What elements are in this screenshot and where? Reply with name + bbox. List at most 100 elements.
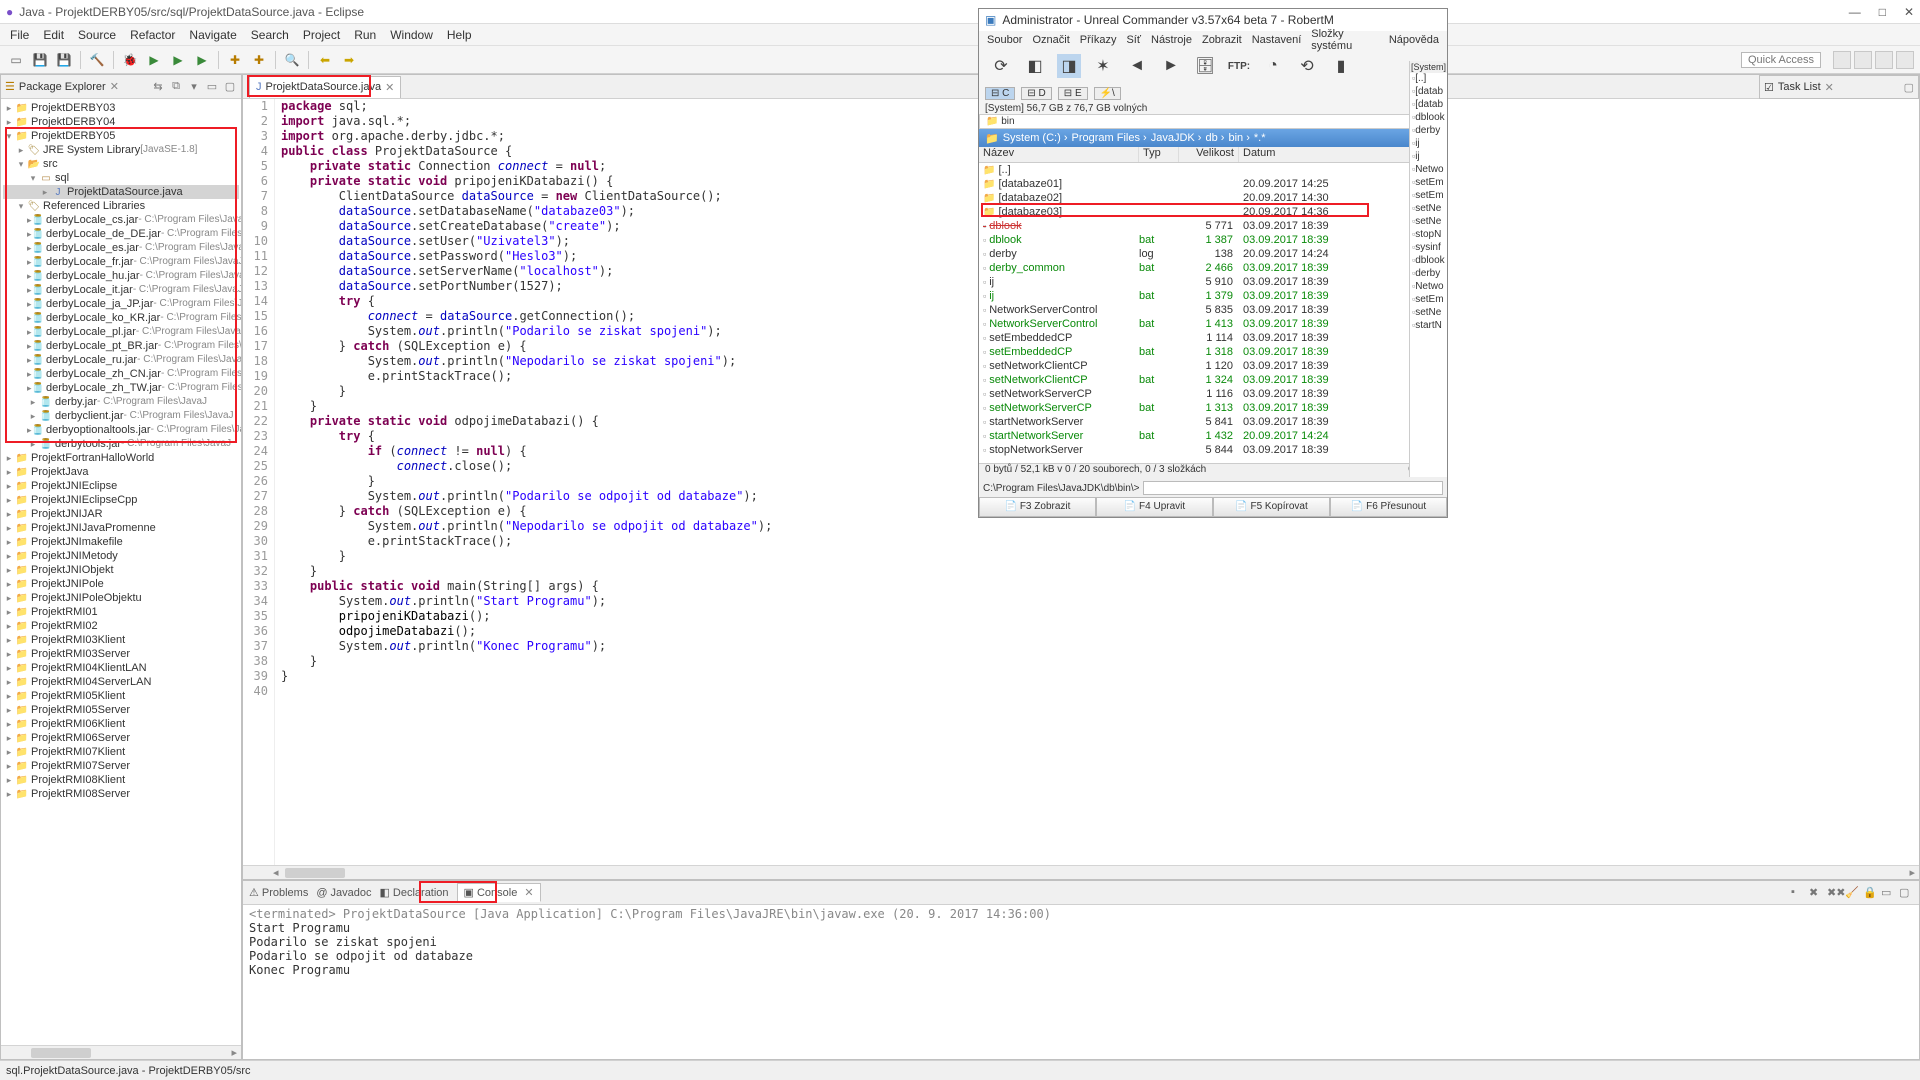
tree-node[interactable]: ▸📁ProjektRMI08Klient bbox=[3, 773, 239, 787]
uc-file-row[interactable]: ▫startNetworkServerbat1 43220.09.2017 14… bbox=[979, 429, 1447, 443]
uc-fkey[interactable]: 📄 F3 Zobrazit bbox=[979, 497, 1096, 517]
max-icon[interactable]: ▢ bbox=[223, 80, 237, 94]
menu-run[interactable]: Run bbox=[354, 28, 376, 42]
save-icon[interactable]: 💾 bbox=[30, 50, 50, 70]
tree-node[interactable]: ▸📁ProjektRMI04KlientLAN bbox=[3, 661, 239, 675]
tree-node[interactable]: ▸📁ProjektJNIObjekt bbox=[3, 563, 239, 577]
unreal-commander-window[interactable]: ▣ Administrator - Unreal Commander v3.57… bbox=[978, 8, 1448, 518]
editor-tab[interactable]: J ProjektDataSource.java ✕ bbox=[249, 76, 401, 98]
uc-menu-item[interactable]: Příkazy bbox=[1080, 34, 1117, 46]
tree-node[interactable]: ▸🫙derbyLocale_hu.jar - C:\Program Files\… bbox=[3, 269, 239, 283]
uc-file-row[interactable]: ▫ijbat1 37903.09.2017 18:39 bbox=[979, 289, 1447, 303]
task-list-view[interactable]: ☑ Task List ✕ ▢ bbox=[1759, 75, 1919, 99]
quick-access[interactable]: Quick Access bbox=[1741, 52, 1821, 68]
minimize-icon[interactable]: — bbox=[1849, 5, 1861, 19]
uc-file-row[interactable]: ▫stopNetworkServer5 84403.09.2017 18:39 bbox=[979, 443, 1447, 457]
tree-node[interactable]: ▸📁ProjektFortranHalloWorld bbox=[3, 451, 239, 465]
tree-node[interactable]: ▸🫙derbyclient.jar - C:\Program Files\Jav… bbox=[3, 409, 239, 423]
close-view-icon[interactable]: ✕ bbox=[110, 80, 119, 93]
collapse-icon[interactable]: ⇆ bbox=[151, 80, 165, 94]
menu-file[interactable]: File bbox=[10, 28, 29, 42]
tab-javadoc[interactable]: @Javadoc bbox=[316, 887, 371, 899]
uc-star-icon[interactable]: ✶ bbox=[1091, 54, 1115, 78]
tree-node[interactable]: ▾🏷Referenced Libraries bbox=[3, 199, 239, 213]
uc-menu-item[interactable]: Zobrazit bbox=[1202, 34, 1242, 46]
clear-icon[interactable]: 🧹 bbox=[1845, 886, 1859, 900]
uc-ftp-icon[interactable]: FTP: bbox=[1227, 54, 1251, 78]
uc-file-row[interactable]: ▫NetworkServerControlbat1 41303.09.2017 … bbox=[979, 317, 1447, 331]
tree-node[interactable]: ▸🏷JRE System Library [JavaSE-1.8] bbox=[3, 143, 239, 157]
uc-menu-item[interactable]: Nastavení bbox=[1252, 34, 1302, 46]
uc-file-row[interactable]: 📁[..] bbox=[979, 163, 1447, 177]
tree-node[interactable]: ▸📁ProjektRMI05Klient bbox=[3, 689, 239, 703]
tree-node[interactable]: ▸📁ProjektRMI04ServerLAN bbox=[3, 675, 239, 689]
maximize-icon[interactable]: □ bbox=[1879, 5, 1886, 19]
uc-file-row[interactable]: ▫setNetworkServerCP1 11603.09.2017 18:39 bbox=[979, 387, 1447, 401]
fwd-icon[interactable]: ➡ bbox=[339, 50, 359, 70]
uc-stop-icon[interactable]: ◧ bbox=[1023, 54, 1047, 78]
tree-node[interactable]: ▸🫙derbyLocale_de_DE.jar - C:\Program Fil… bbox=[3, 227, 239, 241]
uc-file-row[interactable]: ▫setNetworkClientCP1 12003.09.2017 18:39 bbox=[979, 359, 1447, 373]
menu-search[interactable]: Search bbox=[251, 28, 289, 42]
pin-icon[interactable]: ▪ bbox=[1791, 886, 1805, 900]
runlast-icon[interactable]: ▶ bbox=[168, 50, 188, 70]
uc-drive-c[interactable]: ⊟ C bbox=[985, 87, 1015, 100]
newpkg-icon[interactable]: ✚ bbox=[249, 50, 269, 70]
uc-panel-icon[interactable]: ◨ bbox=[1057, 54, 1081, 78]
editor-scrollbar[interactable]: ◂▸ bbox=[243, 865, 1919, 879]
tree-node[interactable]: ▸📁ProjektJava bbox=[3, 465, 239, 479]
tree-node[interactable]: ▸📁ProjektRMI01 bbox=[3, 605, 239, 619]
uc-lay-icon[interactable]: ▮ bbox=[1329, 54, 1353, 78]
tree-node[interactable]: ▸📁ProjektJNIEclipse bbox=[3, 479, 239, 493]
tasklist-max-icon[interactable]: ▢ bbox=[1904, 81, 1914, 94]
tasklist-close-icon[interactable]: ✕ bbox=[1825, 81, 1834, 94]
tree-node[interactable]: ▸📁ProjektDERBY03 bbox=[3, 101, 239, 115]
uc-fkey[interactable]: 📄 F6 Přesunout bbox=[1330, 497, 1447, 517]
tree-node[interactable]: ▸📁ProjektRMI02 bbox=[3, 619, 239, 633]
perspective-switcher[interactable] bbox=[1833, 51, 1914, 69]
tree-node[interactable]: ▸📁ProjektJNIPoleObjektu bbox=[3, 591, 239, 605]
link-icon[interactable]: ⧉ bbox=[169, 80, 183, 94]
debug-icon[interactable]: 🐞 bbox=[120, 50, 140, 70]
uc-tab-left[interactable]: 📁 bin bbox=[979, 114, 1411, 129]
search-icon[interactable]: 🔍 bbox=[282, 50, 302, 70]
uc-breadcrumb[interactable]: 📁System (C:)Program FilesJavaJDKdbbin*.* bbox=[979, 129, 1447, 147]
uc-sync-icon[interactable]: ⟲ bbox=[1295, 54, 1319, 78]
uc-file-row[interactable]: 📁[databaze01]20.09.2017 14:25 bbox=[979, 177, 1447, 191]
tree-node[interactable]: ▸📁ProjektRMI07Klient bbox=[3, 745, 239, 759]
tab-problems[interactable]: ⚠Problems bbox=[249, 886, 308, 899]
tree-node[interactable]: ▸🫙derby.jar - C:\Program Files\JavaJ bbox=[3, 395, 239, 409]
uc-pack-icon[interactable]: 🗄 bbox=[1193, 54, 1217, 78]
console-output[interactable]: <terminated> ProjektDataSource [Java App… bbox=[243, 905, 1919, 1059]
uc-drive-e[interactable]: ⊟ E bbox=[1058, 87, 1088, 100]
uc-fkey[interactable]: 📄 F5 Kopírovat bbox=[1213, 497, 1330, 517]
uc-file-row[interactable]: ▫setEmbeddedCPbat1 31803.09.2017 18:39 bbox=[979, 345, 1447, 359]
uc-right-panel[interactable]: [System]▫[..]▫[datab▫[datab▫dblook▫derby… bbox=[1409, 61, 1447, 477]
back-icon[interactable]: ⬅ bbox=[315, 50, 335, 70]
coverage-icon[interactable]: ▶ bbox=[192, 50, 212, 70]
uc-file-row[interactable]: ▫setNetworkServerCPbat1 31303.09.2017 18… bbox=[979, 401, 1447, 415]
menu-edit[interactable]: Edit bbox=[43, 28, 64, 42]
uc-file-row[interactable]: ▫derby_commonbat2 46603.09.2017 18:39 bbox=[979, 261, 1447, 275]
tree-node[interactable]: ▸📁ProjektJNIPole bbox=[3, 577, 239, 591]
tree-node[interactable]: ▸📁ProjektJNIMetody bbox=[3, 549, 239, 563]
uc-menu-item[interactable]: Nástroje bbox=[1151, 34, 1192, 46]
tree-node[interactable]: ▸📁ProjektRMI03Server bbox=[3, 647, 239, 661]
uc-cmd-input[interactable] bbox=[1143, 481, 1443, 495]
tree-node[interactable]: ▸🫙derbyLocale_zh_TW.jar - C:\Program Fil… bbox=[3, 381, 239, 395]
tree-node[interactable]: ▸📁ProjektRMI08Server bbox=[3, 787, 239, 801]
uc-menu-item[interactable]: Soubor bbox=[987, 34, 1022, 46]
console-close-icon[interactable]: ✕ bbox=[524, 886, 533, 899]
tree-node[interactable]: ▸🫙derbytools.jar - C:\Program Files\Java… bbox=[3, 437, 239, 451]
tree-node[interactable]: ▾📂src bbox=[3, 157, 239, 171]
new-icon[interactable]: ▭ bbox=[6, 50, 26, 70]
tree-node[interactable]: ▸🫙derbyLocale_cs.jar - C:\Program Files\… bbox=[3, 213, 239, 227]
uc-file-row[interactable]: ▫dblookbat1 38703.09.2017 18:39 bbox=[979, 233, 1447, 247]
uc-file-row[interactable]: ▫dblook5 77103.09.2017 18:39 bbox=[979, 219, 1447, 233]
uc-refresh-icon[interactable]: ⟳ bbox=[989, 54, 1013, 78]
tree-node[interactable]: ▾📁ProjektDERBY05 bbox=[3, 129, 239, 143]
menu-help[interactable]: Help bbox=[447, 28, 472, 42]
uc-file-row[interactable]: ▫derbylog13820.09.2017 14:24 bbox=[979, 247, 1447, 261]
run-icon[interactable]: ▶ bbox=[144, 50, 164, 70]
menu-refactor[interactable]: Refactor bbox=[130, 28, 175, 42]
